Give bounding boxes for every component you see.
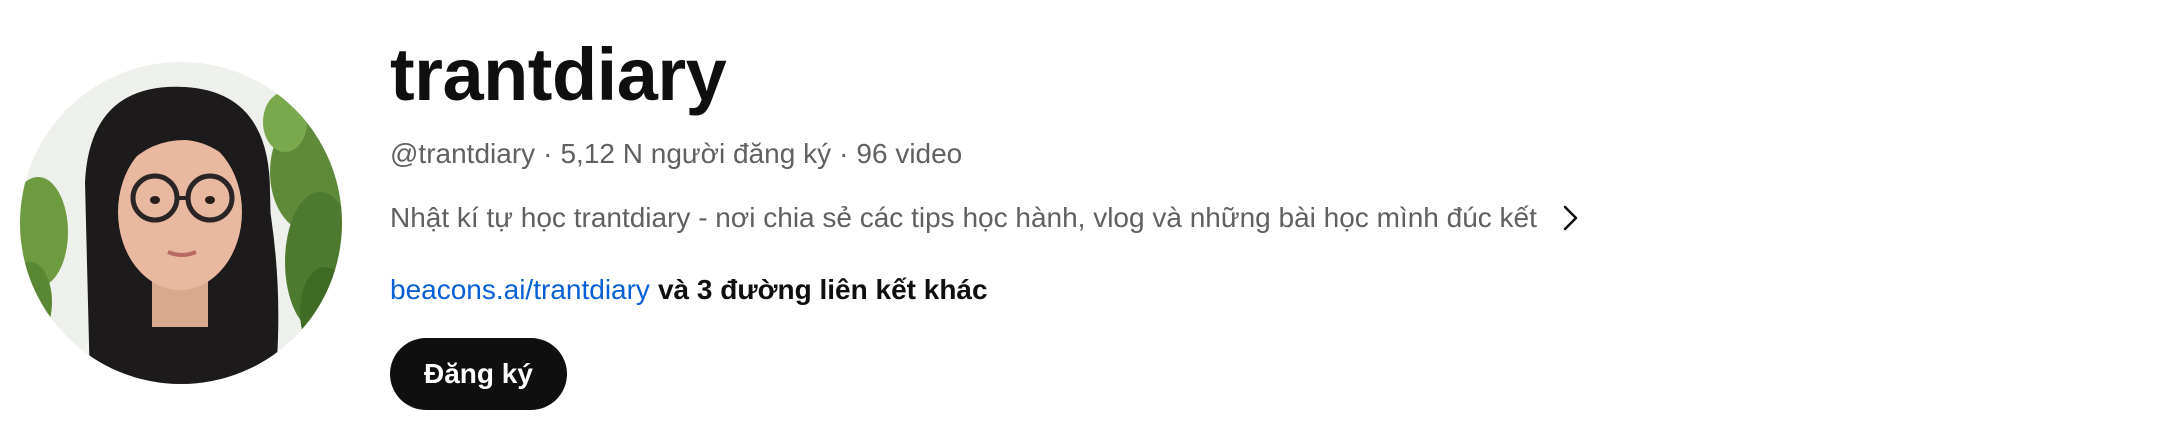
- channel-links: beacons.ai/trantdiary và 3 đường liên kết…: [390, 270, 988, 310]
- description-text: Nhật kí tự học trantdiary - nơi chia sẻ …: [390, 202, 1537, 233]
- chevron-right-icon[interactable]: [1555, 203, 1585, 233]
- avatar-photo: [20, 62, 342, 384]
- subscribe-button[interactable]: Đăng ký: [390, 338, 567, 410]
- more-links[interactable]: và 3 đường liên kết khác: [658, 274, 988, 305]
- channel-avatar[interactable]: [20, 62, 342, 384]
- meta-separator: ·: [543, 138, 553, 169]
- video-count: 96 video: [856, 138, 963, 169]
- channel-name: trantdiary: [390, 33, 727, 116]
- primary-link[interactable]: beacons.ai/trantdiary: [390, 274, 650, 305]
- channel-description[interactable]: Nhật kí tự học trantdiary - nơi chia sẻ …: [390, 198, 1585, 238]
- channel-header: trantdiary @trantdiary · 5,12 N người đăng…: [0, 0, 2166, 430]
- subscriber-count: 5,12 N người đăng ký: [560, 138, 832, 169]
- meta-separator: ·: [839, 138, 849, 169]
- channel-handle: @trantdiary: [390, 138, 536, 169]
- channel-meta: @trantdiary · 5,12 N người đăng ký · 96 vide…: [390, 134, 962, 174]
